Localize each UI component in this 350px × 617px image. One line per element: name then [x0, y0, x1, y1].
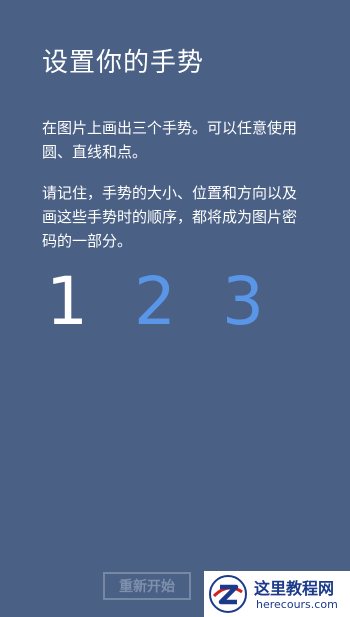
restart-button[interactable]: 重新开始	[103, 572, 191, 600]
instruction-text-2: 请记住，手势的大小、位置和方向以及画这些手势时的顺序，都将成为图片密码的一部分。	[42, 184, 298, 250]
gesture-step-1: 1	[46, 263, 88, 340]
gesture-step-2: 2	[134, 263, 176, 340]
site-logo-icon	[209, 575, 247, 613]
instruction-text-1: 在图片上画出三个手势。可以任意使用圆、直线和点。	[42, 119, 298, 161]
watermark-site-url: herecours.com	[256, 598, 338, 611]
site-watermark: 这里教程网 herecours.com	[204, 571, 350, 617]
gesture-setup-panel: 设置你的手势 在图片上画出三个手势。可以任意使用圆、直线和点。 请记住，手势的大…	[0, 0, 350, 617]
gesture-step-indicator: 1 2 3	[42, 262, 302, 342]
watermark-site-name: 这里教程网	[254, 579, 335, 598]
gesture-step-3: 3	[222, 263, 264, 340]
page-title: 设置你的手势	[42, 48, 205, 78]
